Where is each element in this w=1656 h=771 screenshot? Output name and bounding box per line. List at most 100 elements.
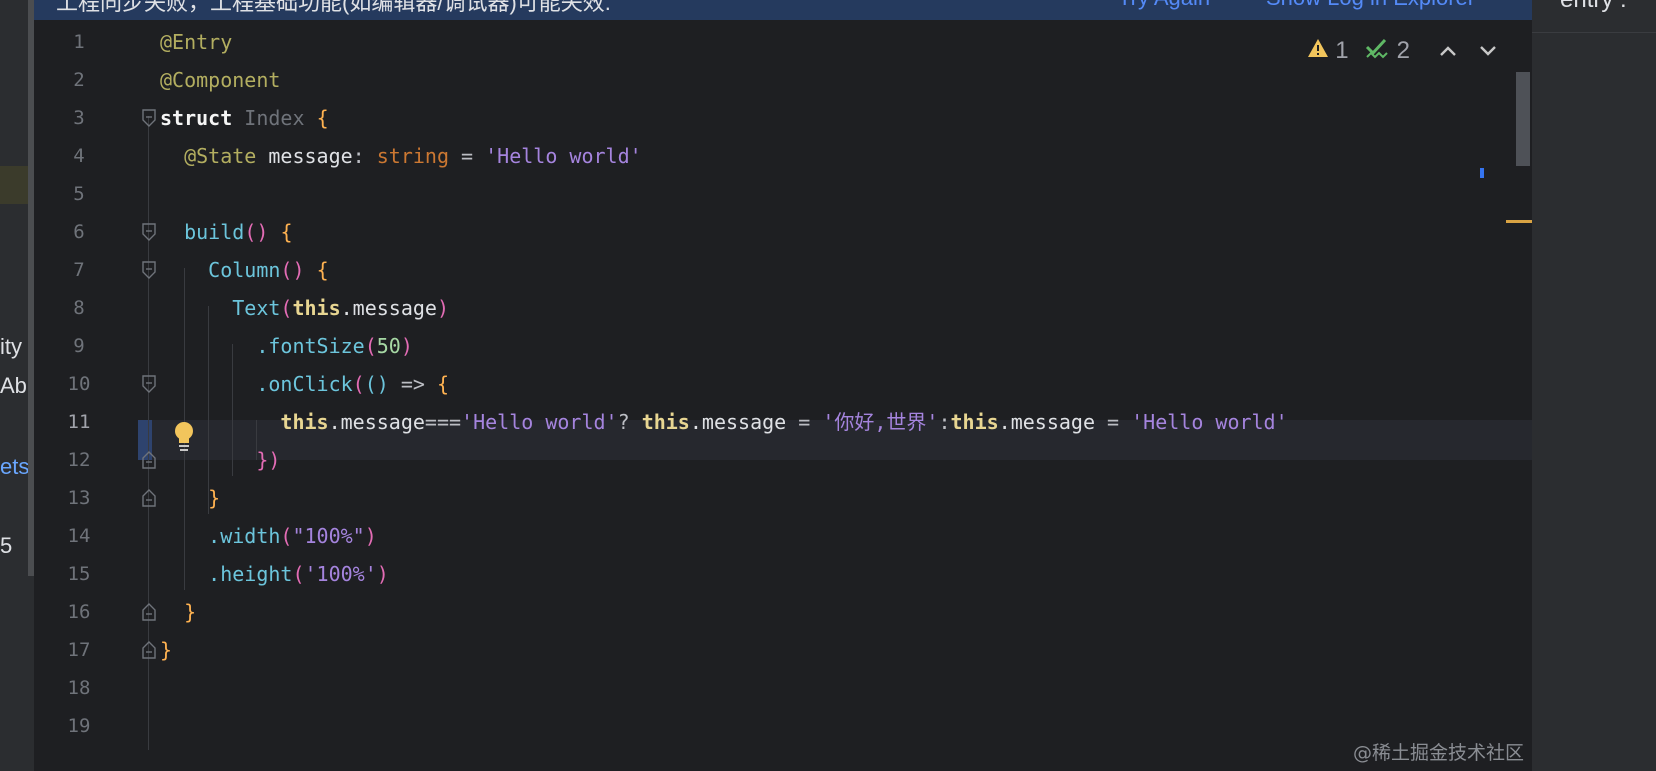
ide-window: { "banner": { "message": "工程同步失败，工程基础功能(… bbox=[0, 0, 1656, 771]
line-number[interactable]: 3 bbox=[34, 98, 124, 138]
code-line[interactable]: } bbox=[160, 478, 220, 518]
code-token: this bbox=[950, 410, 999, 434]
code-token: : bbox=[938, 410, 951, 434]
code-line[interactable]: .fontSize(50) bbox=[160, 326, 413, 366]
try-again-link[interactable]: Try Again bbox=[1118, 0, 1210, 11]
code-token: "100%" bbox=[292, 524, 365, 548]
code-line[interactable]: struct Index { bbox=[160, 98, 329, 138]
warnings-count: 1 bbox=[1335, 37, 1349, 64]
fold-end-icon[interactable] bbox=[142, 603, 156, 621]
fold-end-icon[interactable] bbox=[142, 451, 156, 469]
line-number[interactable]: 8 bbox=[34, 288, 124, 328]
code-token: } bbox=[208, 486, 221, 510]
code-token: { bbox=[316, 106, 329, 130]
code-token: ) bbox=[400, 334, 413, 358]
editor-scrollbar[interactable] bbox=[1480, 72, 1532, 272]
code-line[interactable]: this.message==='Hello world'? this.messa… bbox=[160, 402, 1288, 442]
fold-collapse-icon[interactable] bbox=[142, 261, 156, 279]
code-editor[interactable]: 1 2 3 4 5 6 7 8 9 10 11 12 13 14 15 16 17 18 19 @Entry @Com… bbox=[34, 20, 1532, 771]
code-token: 'Hello world' bbox=[485, 144, 642, 168]
weak-warnings-count: 2 bbox=[1396, 37, 1410, 64]
code-token: ( bbox=[280, 524, 293, 548]
code-line[interactable]: @Entry bbox=[160, 22, 232, 62]
code-token: ? bbox=[617, 410, 642, 434]
code-line[interactable]: .width("100%") bbox=[160, 516, 377, 556]
code-line[interactable]: } bbox=[160, 592, 196, 632]
code-line[interactable]: } bbox=[160, 630, 172, 670]
code-line[interactable]: @State message: string = 'Hello world' bbox=[160, 136, 642, 176]
fold-end-icon[interactable] bbox=[142, 641, 156, 659]
line-number[interactable]: 15 bbox=[34, 554, 124, 594]
code-line[interactable]: .height('100%') bbox=[160, 554, 389, 594]
code-token: ( bbox=[352, 372, 365, 396]
weak-warnings-counter[interactable]: 2 bbox=[1365, 37, 1410, 66]
line-number[interactable]: 13 bbox=[34, 478, 124, 518]
line-number[interactable]: 19 bbox=[34, 706, 124, 746]
lightbulb-icon[interactable] bbox=[172, 420, 196, 454]
scrollbar-thumb[interactable] bbox=[1516, 72, 1530, 166]
show-log-link[interactable]: Show Log in Explorer bbox=[1266, 0, 1475, 11]
code-token: .width bbox=[208, 524, 281, 548]
line-number[interactable]: 11 bbox=[34, 402, 124, 442]
code-token: = bbox=[786, 410, 823, 434]
code-token: this bbox=[292, 296, 341, 320]
chevron-up-icon[interactable] bbox=[1436, 39, 1460, 63]
project-tree-item[interactable]: ets bbox=[0, 454, 29, 480]
line-number[interactable]: 9 bbox=[34, 326, 124, 366]
chevron-down-icon[interactable] bbox=[1476, 39, 1500, 63]
line-number[interactable]: 12 bbox=[34, 440, 124, 480]
code-token: () bbox=[244, 220, 269, 244]
line-number[interactable]: 6 bbox=[34, 212, 124, 252]
fold-collapse-icon[interactable] bbox=[142, 109, 156, 127]
line-number[interactable]: 10 bbox=[34, 364, 124, 404]
code-token: Text bbox=[232, 296, 281, 320]
code-token: Index bbox=[244, 106, 305, 130]
code-token: ( bbox=[364, 334, 377, 358]
code-token: ) bbox=[364, 524, 377, 548]
code-token: () bbox=[280, 258, 305, 282]
line-number[interactable]: 7 bbox=[34, 250, 124, 290]
line-number[interactable]: 14 bbox=[34, 516, 124, 556]
watermark: @稀土掘金技术社区 bbox=[1352, 742, 1524, 764]
line-number[interactable]: 5 bbox=[34, 174, 124, 214]
warnings-counter[interactable]: 1 bbox=[1307, 37, 1349, 65]
line-number[interactable]: 1 bbox=[34, 22, 124, 62]
project-tree-item[interactable]: ity bbox=[0, 334, 22, 360]
code-token: { bbox=[436, 372, 450, 396]
line-number[interactable]: 16 bbox=[34, 592, 124, 632]
line-number[interactable]: 2 bbox=[34, 60, 124, 100]
code-line[interactable]: @Component bbox=[160, 60, 280, 100]
fold-end-icon[interactable] bbox=[142, 489, 156, 507]
line-number[interactable]: 4 bbox=[34, 136, 124, 176]
line-number[interactable]: 18 bbox=[34, 668, 124, 708]
code-token: => bbox=[388, 372, 437, 396]
fold-collapse-icon[interactable] bbox=[142, 223, 156, 241]
project-tree-item[interactable]: 5 bbox=[0, 533, 12, 559]
code-line[interactable]: Column() { bbox=[160, 250, 328, 290]
code-token: @State bbox=[184, 144, 257, 168]
code-line[interactable]: .onClick(() => { bbox=[160, 364, 449, 404]
fold-collapse-icon[interactable] bbox=[142, 375, 156, 393]
banner-message: 工程同步失败，工程基础功能(如编辑器/调试器)可能失效. bbox=[56, 0, 611, 15]
code-token: ( bbox=[280, 296, 293, 320]
code-token: .message bbox=[689, 410, 787, 434]
code-token: .fontSize bbox=[256, 334, 365, 358]
code-token: message bbox=[256, 144, 353, 168]
code-token: 50 bbox=[376, 334, 401, 358]
preview-panel: entry : bbox=[1532, 0, 1656, 771]
code-token: 'Hello world' bbox=[461, 410, 618, 434]
code-line[interactable]: build() { bbox=[160, 212, 292, 252]
preview-panel-title[interactable]: entry : bbox=[1560, 0, 1627, 14]
code-line[interactable]: Text(this.message) bbox=[160, 288, 449, 328]
code-token: 'Hello world' bbox=[1131, 410, 1288, 434]
line-number[interactable]: 17 bbox=[34, 630, 124, 670]
code-token: this bbox=[641, 410, 690, 434]
warning-marker[interactable] bbox=[1506, 220, 1532, 223]
